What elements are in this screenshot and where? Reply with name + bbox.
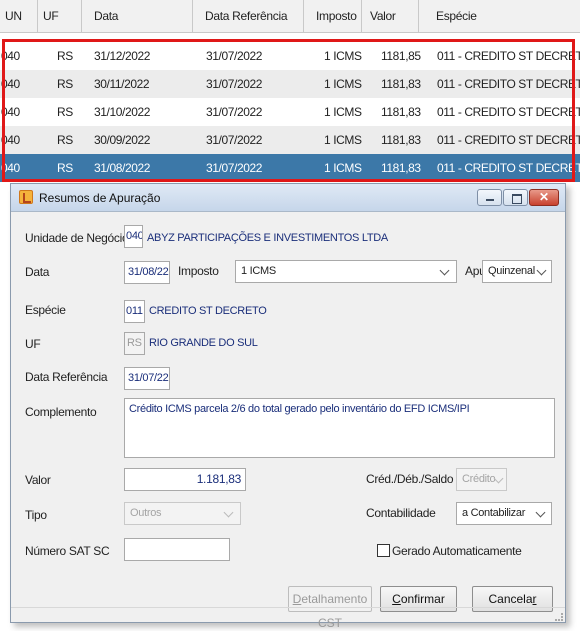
cell-valor: 1181,85 <box>381 49 421 63</box>
especie-name: CREDITO ST DECRETO <box>149 305 267 317</box>
uf-label: UF <box>25 337 41 351</box>
column-header-data[interactable]: Data <box>82 0 193 33</box>
cell-uf: RS <box>57 133 73 147</box>
cell-data: 30/11/2022 <box>94 77 150 91</box>
apuracao-ipi-value: Quinzenal <box>488 265 535 277</box>
app-icon <box>19 190 33 204</box>
imposto-label: Imposto <box>178 264 219 278</box>
table-row[interactable]: 040 RS 30/11/2022 31/07/2022 1 ICMS 1181… <box>0 70 580 98</box>
cell-un: 040 <box>1 161 20 175</box>
cell-data-referencia: 31/07/2022 <box>206 133 263 147</box>
cell-data: 31/10/2022 <box>94 105 151 119</box>
contabilidade-value: a Contabilizar <box>462 507 526 519</box>
close-icon: ✕ <box>538 190 550 204</box>
cell-especie: 011 - CREDITO ST DECRETO <box>437 161 580 175</box>
cell-imposto: 1 ICMS <box>324 161 362 175</box>
data-referencia-label: Data Referência <box>25 370 108 384</box>
resize-grip-icon[interactable] <box>555 613 563 621</box>
cell-imposto: 1 ICMS <box>324 77 362 91</box>
cell-especie: 011 - CREDITO ST DECRETO <box>437 133 580 147</box>
table-row[interactable]: 040 RS 31/12/2022 31/07/2022 1 ICMS 1181… <box>0 42 580 70</box>
column-header-data-referencia[interactable]: Data Referência <box>193 0 304 33</box>
gerado-automaticamente-checkbox[interactable] <box>377 544 390 557</box>
cell-uf: RS <box>57 161 73 175</box>
cell-data-referencia: 31/07/2022 <box>206 49 263 63</box>
cell-valor: 1181,83 <box>381 77 421 91</box>
cred-deb-saldo-select[interactable]: Crédito <box>456 468 507 491</box>
data-field[interactable]: 31/08/22 <box>124 261 170 284</box>
cell-uf: RS <box>57 49 73 63</box>
cell-un: 040 <box>1 133 20 147</box>
records-grid: UN UF Data Data Referência Imposto Valor… <box>0 0 580 182</box>
cell-especie: 011 - CREDITO ST DECRETO <box>437 77 580 91</box>
apuracao-ipi-select[interactable]: Quinzenal <box>482 260 552 283</box>
uf-code-field: RS <box>124 332 145 355</box>
cell-imposto: 1 ICMS <box>324 133 362 147</box>
contabilidade-label: Contabilidade <box>366 506 436 520</box>
cell-un: 040 <box>1 105 20 119</box>
cell-imposto: 1 ICMS <box>324 49 362 63</box>
close-button[interactable]: ✕ <box>529 189 559 206</box>
cell-valor: 1181,83 <box>381 161 421 175</box>
imposto-select[interactable]: 1 ICMS <box>235 260 457 283</box>
cell-un: 040 <box>1 77 20 91</box>
cell-data: 31/08/2022 <box>94 161 151 175</box>
imposto-value: 1 ICMS <box>241 265 276 277</box>
grid-header: UN UF Data Data Referência Imposto Valor… <box>0 0 580 33</box>
uf-name: RIO GRANDE DO SUL <box>149 337 258 349</box>
tipo-label: Tipo <box>25 508 47 522</box>
data-referencia-field[interactable]: 31/07/22 <box>124 367 170 390</box>
dialog-titlebar[interactable]: Resumos de Apuração ✕ <box>11 184 565 212</box>
cell-especie: 011 - CREDITO ST DECRETO <box>437 49 580 63</box>
column-header-valor[interactable]: Valor <box>362 0 419 33</box>
tipo-value: Outros <box>130 507 162 519</box>
chevron-down-icon <box>439 265 450 276</box>
complemento-textarea[interactable]: Crédito ICMS parcela 2/6 do total gerado… <box>124 398 555 458</box>
unidade-name: ABYZ PARTICIPAÇÕES E INVESTIMENTOS LTDA <box>147 232 388 244</box>
cell-valor: 1181,83 <box>381 105 421 119</box>
gerado-automaticamente-label: Gerado Automaticamente <box>392 544 522 558</box>
cell-imposto: 1 ICMS <box>324 105 362 119</box>
column-header-imposto[interactable]: Imposto <box>304 0 362 33</box>
numero-sat-sc-field[interactable] <box>124 538 230 561</box>
contabilidade-select[interactable]: a Contabilizar <box>456 502 552 525</box>
data-label: Data <box>25 265 50 279</box>
chevron-down-icon <box>536 265 547 276</box>
cell-data-referencia: 31/07/2022 <box>206 161 263 175</box>
cell-un: 040 <box>1 49 20 63</box>
especie-code-field[interactable]: 011 <box>124 300 145 323</box>
cell-data-referencia: 31/07/2022 <box>206 77 263 91</box>
table-row[interactable]: 040 RS 30/09/2022 31/07/2022 1 ICMS 1181… <box>0 126 580 154</box>
especie-label: Espécie <box>25 303 66 317</box>
dialog-statusbar <box>11 607 565 623</box>
maximize-button[interactable] <box>503 189 528 206</box>
valor-label: Valor <box>25 473 51 487</box>
valor-field[interactable]: 1.181,83 <box>124 468 246 491</box>
resumos-apuracao-dialog: Resumos de Apuração ✕ Unidade de Negócio… <box>10 183 566 630</box>
cell-uf: RS <box>57 77 73 91</box>
complemento-label: Complemento <box>25 405 97 419</box>
cell-data: 31/12/2022 <box>94 49 151 63</box>
column-header-uf[interactable]: UF <box>38 0 82 33</box>
table-row[interactable]: 040 RS 31/10/2022 31/07/2022 1 ICMS 1181… <box>0 98 580 126</box>
unidade-code-field[interactable]: 040 <box>124 225 143 248</box>
unidade-label: Unidade de Negócio <box>25 231 129 245</box>
column-header-un[interactable]: UN <box>0 0 38 33</box>
minimize-button[interactable] <box>477 189 502 206</box>
cell-valor: 1181,83 <box>381 133 421 147</box>
cell-especie: 011 - CREDITO ST DECRETO <box>437 105 580 119</box>
chevron-down-icon <box>223 507 234 518</box>
table-row-selected[interactable]: 040 RS 31/08/2022 31/07/2022 1 ICMS 1181… <box>0 154 580 182</box>
column-header-especie[interactable]: Espécie <box>419 0 580 33</box>
dialog-title: Resumos de Apuração <box>39 191 161 205</box>
cell-uf: RS <box>57 105 73 119</box>
cell-data-referencia: 31/07/2022 <box>206 105 263 119</box>
numero-sat-sc-label: Número SAT SC <box>25 544 110 558</box>
cred-deb-saldo-label: Créd./Déb./Saldo <box>366 472 454 486</box>
cell-data: 30/09/2022 <box>94 133 151 147</box>
tipo-select[interactable]: Outros <box>124 502 241 525</box>
chevron-down-icon <box>535 507 546 518</box>
cred-deb-saldo-value: Crédito <box>462 473 496 485</box>
